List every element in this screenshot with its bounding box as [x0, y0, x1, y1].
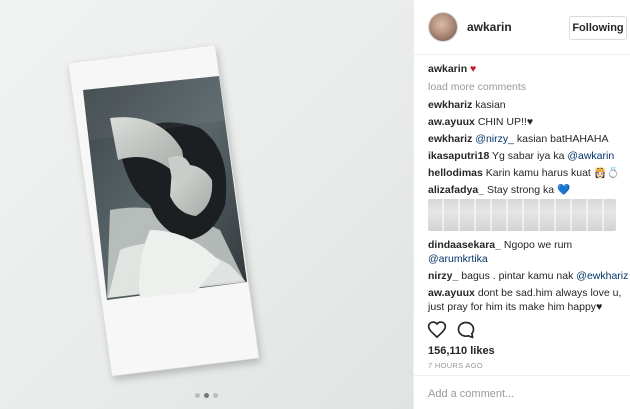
avatar[interactable]: [428, 12, 458, 42]
add-comment-input[interactable]: [428, 385, 623, 403]
comment-mention[interactable]: @arumkrtika: [428, 253, 488, 265]
likes-count[interactable]: 156,110 likes: [428, 345, 495, 357]
comment-username[interactable]: hellodimas: [428, 167, 483, 179]
comment-text: bagus . pintar kamu nak: [461, 270, 574, 282]
comment-username[interactable]: nirzy_: [428, 270, 458, 282]
carousel-dot-active[interactable]: [204, 393, 209, 398]
comment-text: Stay strong ka: [486, 184, 555, 196]
carousel-dots: [0, 393, 413, 398]
comment-text: kasian: [475, 99, 506, 111]
comment-username[interactable]: ewkhariz: [428, 133, 472, 145]
following-button[interactable]: Following: [569, 16, 627, 40]
comment-username[interactable]: aw.ayuux: [428, 116, 475, 128]
comment-continuation: @arumkrtika: [428, 252, 626, 266]
comment-bubble-icon[interactable]: [456, 320, 476, 340]
comment-mention[interactable]: @ewkhariz: [576, 270, 628, 282]
comment-text: CHIN UP!!: [477, 116, 527, 128]
post-sidebar: awkarin Following awkarin ♥ load more co…: [413, 0, 630, 409]
comment-text: dont be sad.him always love u,: [477, 287, 622, 299]
post-actions: [414, 320, 630, 344]
black-heart-emoji: ♥: [596, 301, 603, 313]
comment-mention[interactable]: @nirzy_: [475, 133, 514, 145]
comment-mention[interactable]: @awkarin: [567, 150, 614, 162]
comment-item: alizafadya_ Stay strong ka 💙: [428, 183, 626, 197]
comment-item: dindaasekara_ Ngopo we rum: [428, 238, 626, 252]
post-header: awkarin Following: [414, 0, 630, 55]
comment-text: Ngopo we rum: [503, 239, 573, 251]
princess-ring-emoji: 👸🏻💍: [593, 167, 620, 179]
comment-item: nirzy_ bagus . pintar kamu nak @ewkhariz: [428, 269, 628, 283]
comment-username[interactable]: alizafadya_: [428, 184, 484, 196]
comment-text: Yg sabar iya ka: [492, 150, 565, 162]
header-username[interactable]: awkarin: [467, 20, 512, 34]
post-photo[interactable]: [0, 0, 413, 409]
add-comment-bar: [414, 375, 630, 409]
red-heart-emoji: ♥: [470, 63, 477, 75]
caption-username[interactable]: awkarin: [428, 63, 467, 75]
comment-username[interactable]: ewkhariz: [428, 99, 472, 111]
comment-username[interactable]: aw.ayuux: [428, 287, 475, 299]
carousel-dot[interactable]: [213, 393, 218, 398]
comment-item: ikasaputri18 Yg sabar iya ka @awkarin: [428, 149, 626, 163]
comment-text: Karin kamu harus kuat: [485, 167, 591, 179]
comment-text: just pray for him its make him happy: [428, 301, 597, 313]
comment-item: aw.ayuux CHIN UP!!♥: [428, 115, 626, 129]
caption: awkarin ♥: [428, 62, 626, 76]
comment-item: aw.ayuux dont be sad.him always love u,: [428, 286, 626, 300]
blue-heart-emoji: 💙: [557, 184, 571, 196]
load-more-comments-link[interactable]: load more comments: [428, 80, 626, 94]
blurred-comment: [428, 199, 616, 231]
comment-item: ewkhariz @nirzy_ kasian batHAHAHA: [428, 132, 626, 146]
comment-text: kasian batHAHAHA: [516, 133, 609, 145]
black-heart-emoji: ♥: [526, 116, 534, 128]
comment-username[interactable]: dindaasekara_: [428, 239, 501, 251]
comment-item: hellodimas Karin kamu harus kuat 👸🏻💍: [428, 166, 626, 180]
polaroid-photo-image: [67, 44, 260, 377]
carousel-dot[interactable]: [195, 393, 200, 398]
comment-item: ewkhariz kasian: [428, 98, 626, 112]
comment-username[interactable]: ikasaputri18: [428, 150, 489, 162]
post-timestamp: 7 HOURS AGO: [428, 361, 483, 370]
heart-outline-icon[interactable]: [427, 320, 447, 340]
comment-continuation: just pray for him its make him happy♥: [428, 300, 626, 314]
